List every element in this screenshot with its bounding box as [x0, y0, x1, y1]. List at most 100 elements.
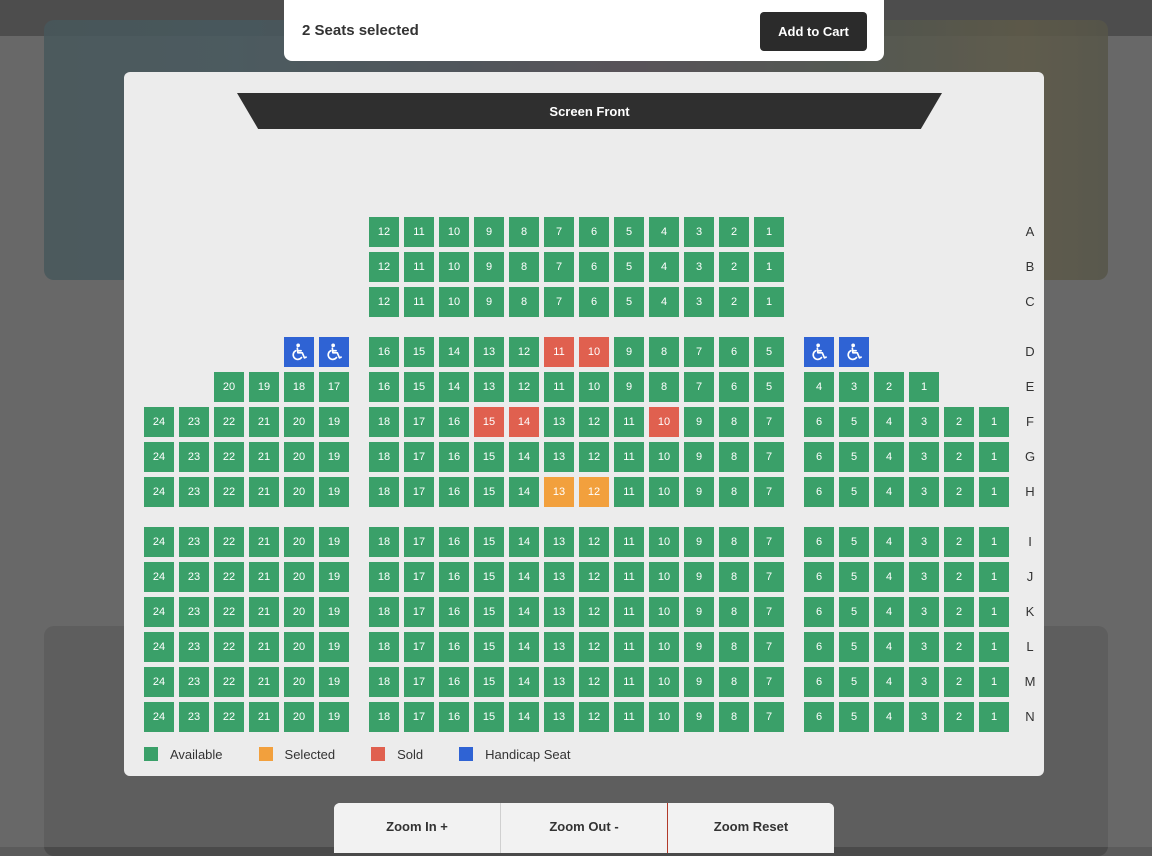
seat-c-4[interactable]: 4: [649, 287, 679, 317]
seat-j-21[interactable]: 21: [249, 562, 279, 592]
seat-c-12[interactable]: 12: [369, 287, 399, 317]
seat-m-15[interactable]: 15: [474, 667, 504, 697]
seat-h-16[interactable]: 16: [439, 477, 469, 507]
zoom-reset-button[interactable]: Zoom Reset: [667, 803, 834, 853]
seat-l-21[interactable]: 21: [249, 632, 279, 662]
seat-e-14[interactable]: 14: [439, 372, 469, 402]
seat-g-1[interactable]: 1: [979, 442, 1009, 472]
seat-j-7[interactable]: 7: [754, 562, 784, 592]
seat-h-15[interactable]: 15: [474, 477, 504, 507]
seat-k-3[interactable]: 3: [909, 597, 939, 627]
seat-l-22[interactable]: 22: [214, 632, 244, 662]
seat-i-2[interactable]: 2: [944, 527, 974, 557]
seat-c-8[interactable]: 8: [509, 287, 539, 317]
seat-j-1[interactable]: 1: [979, 562, 1009, 592]
seat-j-20[interactable]: 20: [284, 562, 314, 592]
seat-k-2[interactable]: 2: [944, 597, 974, 627]
seat-k-7[interactable]: 7: [754, 597, 784, 627]
seat-k-12[interactable]: 12: [579, 597, 609, 627]
seat-b-3[interactable]: 3: [684, 252, 714, 282]
seat-e-12[interactable]: 12: [509, 372, 539, 402]
seat-i-1[interactable]: 1: [979, 527, 1009, 557]
seat-e-17[interactable]: 17: [319, 372, 349, 402]
seat-g-3[interactable]: 3: [909, 442, 939, 472]
seat-b-9[interactable]: 9: [474, 252, 504, 282]
seat-f-5[interactable]: 5: [839, 407, 869, 437]
seat-g-11[interactable]: 11: [614, 442, 644, 472]
seat-l-13[interactable]: 13: [544, 632, 574, 662]
seat-b-2[interactable]: 2: [719, 252, 749, 282]
seat-h-7[interactable]: 7: [754, 477, 784, 507]
seat-f-2[interactable]: 2: [944, 407, 974, 437]
seat-h-10[interactable]: 10: [649, 477, 679, 507]
seat-g-2[interactable]: 2: [944, 442, 974, 472]
seat-h-17[interactable]: 17: [404, 477, 434, 507]
seat-d-7[interactable]: 7: [684, 337, 714, 367]
seat-n-7[interactable]: 7: [754, 702, 784, 732]
seat-d-16[interactable]: 16: [369, 337, 399, 367]
seat-d-6[interactable]: 6: [719, 337, 749, 367]
seat-h-23[interactable]: 23: [179, 477, 209, 507]
seat-g-8[interactable]: 8: [719, 442, 749, 472]
seat-m-3[interactable]: 3: [909, 667, 939, 697]
seat-l-12[interactable]: 12: [579, 632, 609, 662]
seat-k-8[interactable]: 8: [719, 597, 749, 627]
seat-d-5[interactable]: 5: [754, 337, 784, 367]
seat-b-8[interactable]: 8: [509, 252, 539, 282]
seat-b-5[interactable]: 5: [614, 252, 644, 282]
seat-d-12[interactable]: 12: [509, 337, 539, 367]
seat-l-23[interactable]: 23: [179, 632, 209, 662]
seat-i-23[interactable]: 23: [179, 527, 209, 557]
seat-n-18[interactable]: 18: [369, 702, 399, 732]
seat-n-2[interactable]: 2: [944, 702, 974, 732]
seat-k-10[interactable]: 10: [649, 597, 679, 627]
seat-i-3[interactable]: 3: [909, 527, 939, 557]
seat-l-11[interactable]: 11: [614, 632, 644, 662]
seat-g-6[interactable]: 6: [804, 442, 834, 472]
seat-m-24[interactable]: 24: [144, 667, 174, 697]
seat-g-16[interactable]: 16: [439, 442, 469, 472]
seat-l-6[interactable]: 6: [804, 632, 834, 662]
seat-b-7[interactable]: 7: [544, 252, 574, 282]
seat-m-21[interactable]: 21: [249, 667, 279, 697]
seat-f-17[interactable]: 17: [404, 407, 434, 437]
seat-f-23[interactable]: 23: [179, 407, 209, 437]
seat-e-9[interactable]: 9: [614, 372, 644, 402]
seat-i-12[interactable]: 12: [579, 527, 609, 557]
seat-n-15[interactable]: 15: [474, 702, 504, 732]
seat-n-14[interactable]: 14: [509, 702, 539, 732]
seat-i-14[interactable]: 14: [509, 527, 539, 557]
seat-k-11[interactable]: 11: [614, 597, 644, 627]
seat-i-18[interactable]: 18: [369, 527, 399, 557]
seat-e-18[interactable]: 18: [284, 372, 314, 402]
seat-m-20[interactable]: 20: [284, 667, 314, 697]
seat-m-1[interactable]: 1: [979, 667, 1009, 697]
seat-h-20[interactable]: 20: [284, 477, 314, 507]
seat-h-6[interactable]: 6: [804, 477, 834, 507]
seat-j-2[interactable]: 2: [944, 562, 974, 592]
seat-a-5[interactable]: 5: [614, 217, 644, 247]
seat-j-10[interactable]: 10: [649, 562, 679, 592]
seat-h-14[interactable]: 14: [509, 477, 539, 507]
seat-i-17[interactable]: 17: [404, 527, 434, 557]
seat-d-14[interactable]: 14: [439, 337, 469, 367]
seat-k-16[interactable]: 16: [439, 597, 469, 627]
seat-n-6[interactable]: 6: [804, 702, 834, 732]
seat-c-6[interactable]: 6: [579, 287, 609, 317]
seat-d-9[interactable]: 9: [614, 337, 644, 367]
seat-i-20[interactable]: 20: [284, 527, 314, 557]
seat-h-2[interactable]: 2: [944, 477, 974, 507]
seat-k-24[interactable]: 24: [144, 597, 174, 627]
seat-f-7[interactable]: 7: [754, 407, 784, 437]
zoom-out-button[interactable]: Zoom Out -: [500, 803, 667, 853]
seat-e-2[interactable]: 2: [874, 372, 904, 402]
seat-n-19[interactable]: 19: [319, 702, 349, 732]
seat-c-10[interactable]: 10: [439, 287, 469, 317]
seat-n-24[interactable]: 24: [144, 702, 174, 732]
seat-f-12[interactable]: 12: [579, 407, 609, 437]
seat-i-6[interactable]: 6: [804, 527, 834, 557]
seat-a-6[interactable]: 6: [579, 217, 609, 247]
seat-e-11[interactable]: 11: [544, 372, 574, 402]
seat-c-5[interactable]: 5: [614, 287, 644, 317]
seat-e-19[interactable]: 19: [249, 372, 279, 402]
